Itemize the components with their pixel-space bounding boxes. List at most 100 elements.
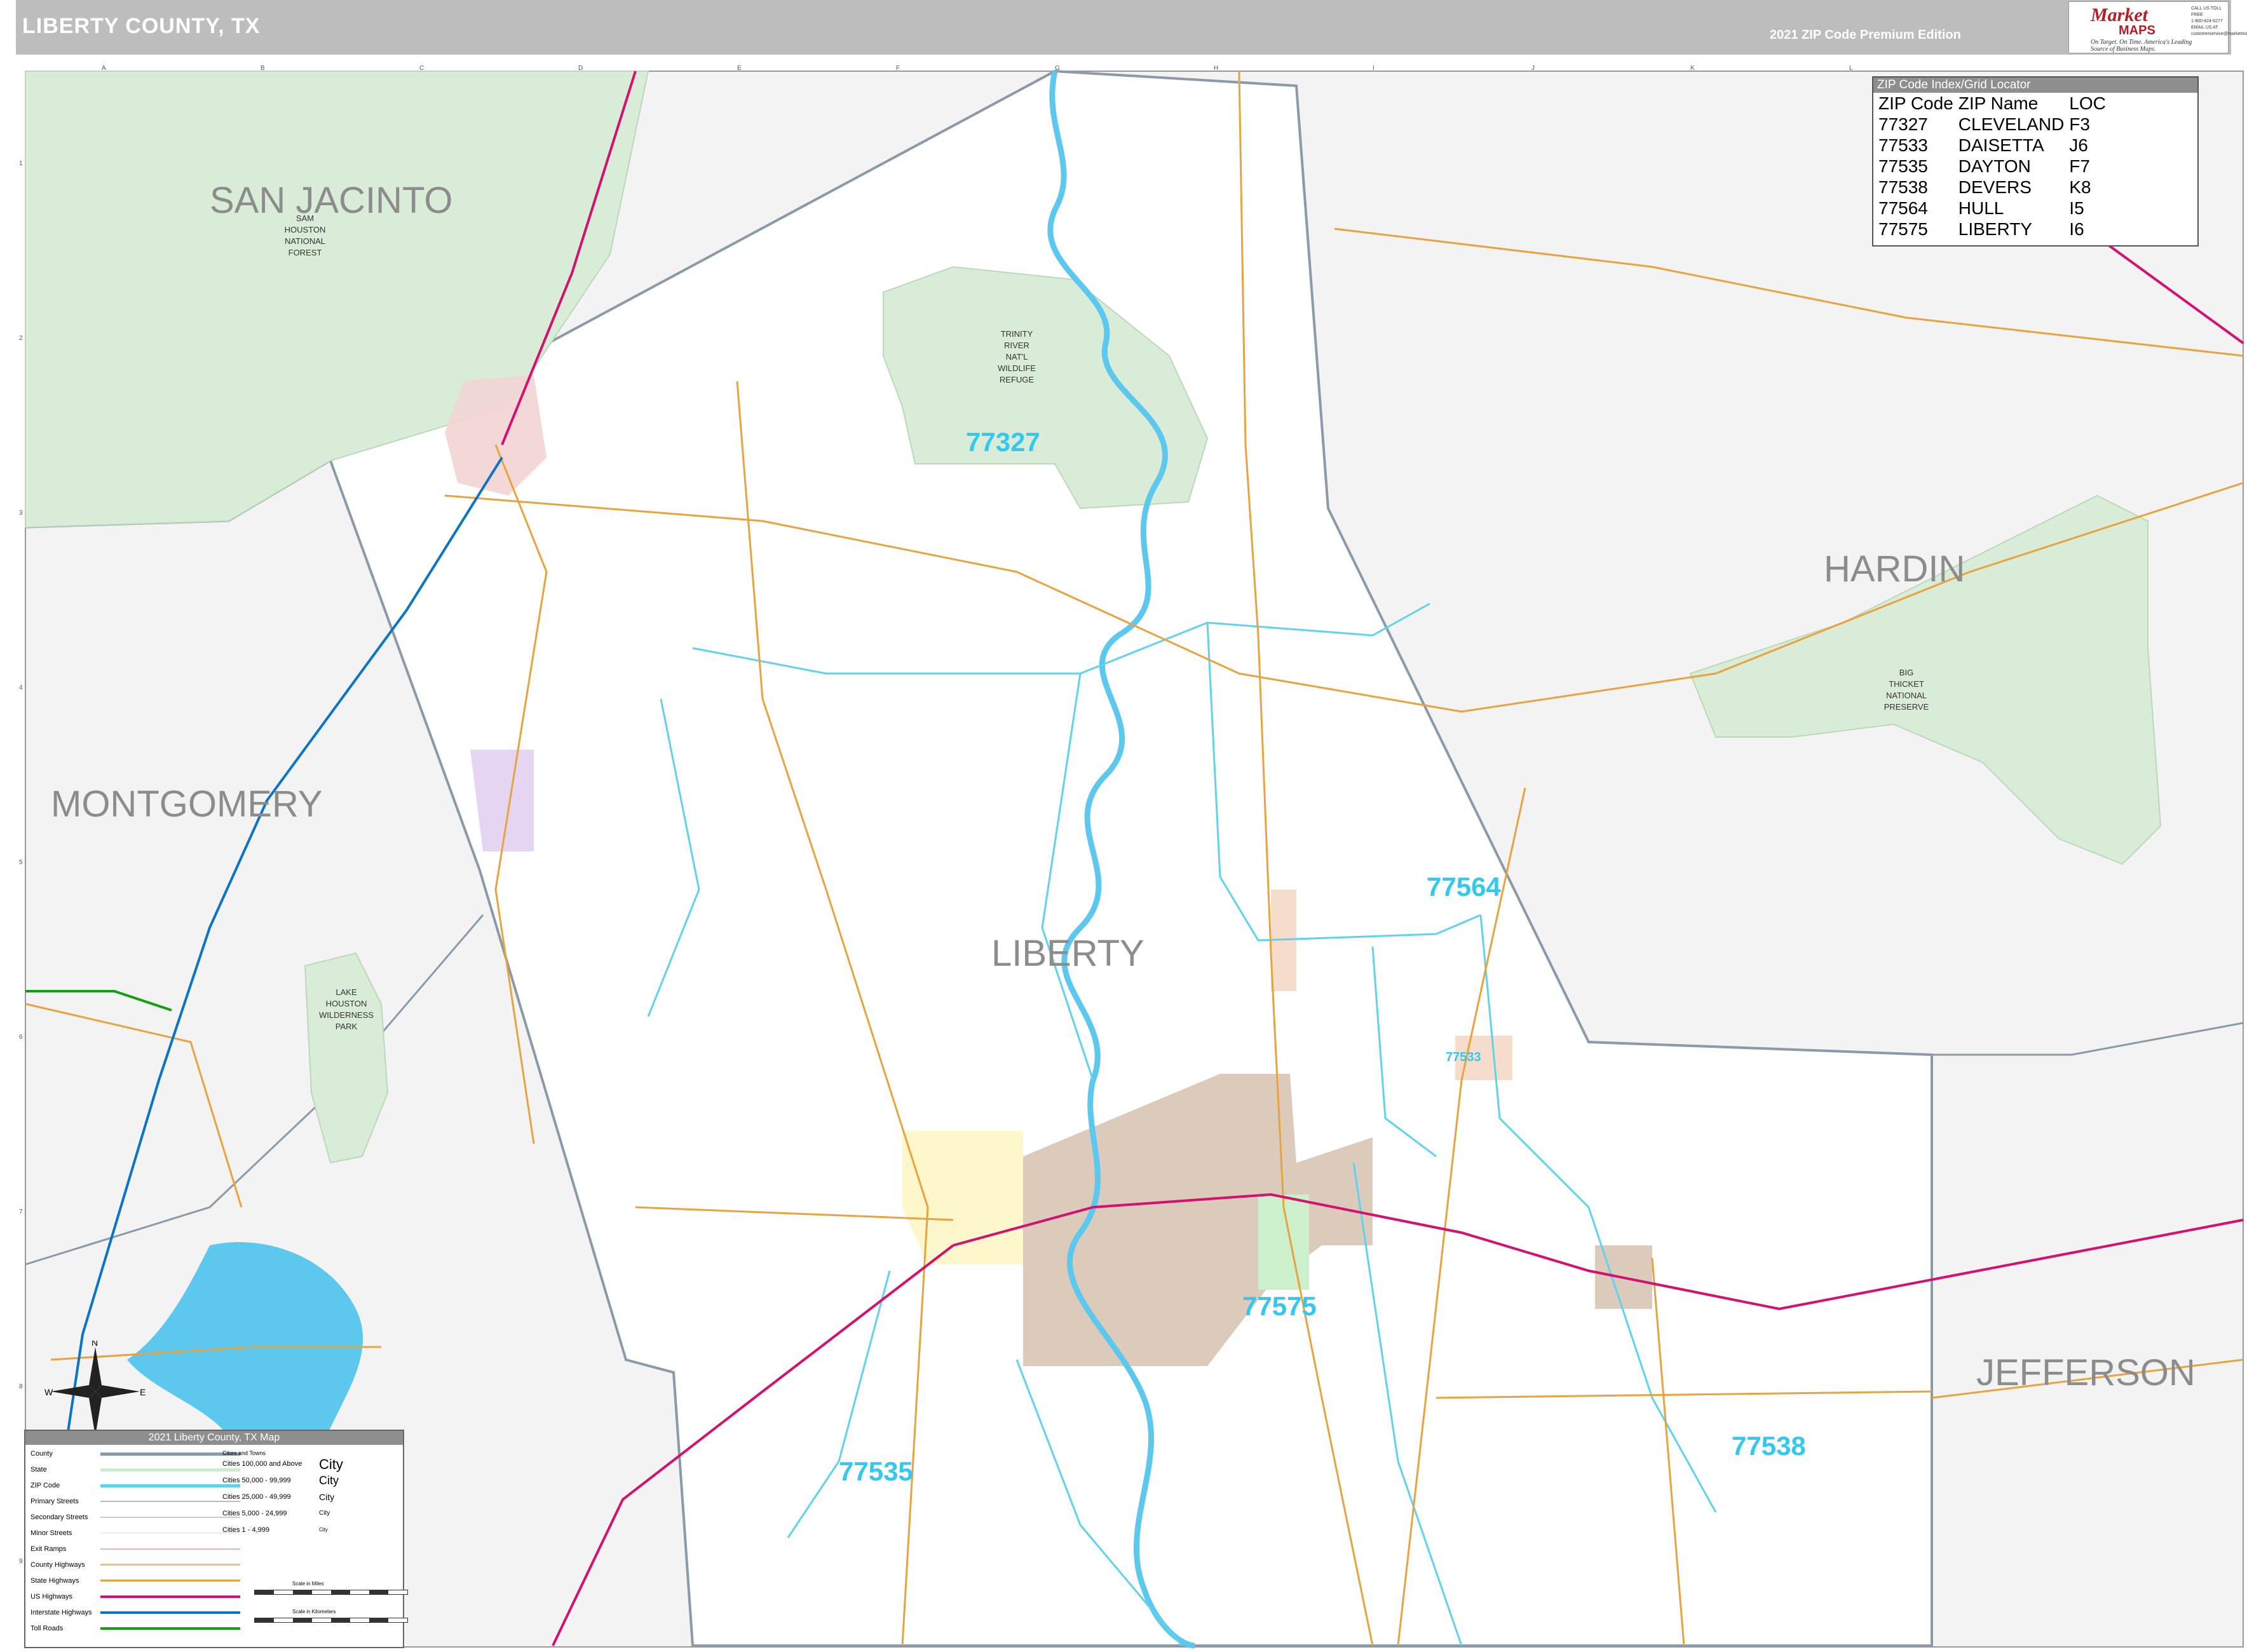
scale-bar-miles — [254, 1590, 408, 1595]
county-map[interactable]: A B C D E F G H I J K L 1 2 3 4 5 6 7 8 … — [0, 0, 2247, 1652]
loc-cell: J6 — [2069, 135, 2088, 155]
legend-city-row: Cities 1 - 4,999 — [222, 1526, 269, 1534]
zip-77533-label: 77533 — [1446, 1050, 1481, 1064]
svg-text:FOREST: FOREST — [289, 248, 322, 257]
grid-col-l: L — [1849, 65, 1853, 72]
grid-row-6: 6 — [19, 1034, 23, 1041]
grid-col-h: H — [1214, 65, 1218, 72]
legend-item-primary: Primary Streets — [31, 1498, 79, 1505]
hardin-label: HARDIN — [1824, 548, 1965, 590]
legend-title: 2021 Liberty County, TX Map — [25, 1431, 403, 1445]
grid-col-j: J — [1531, 65, 1535, 72]
svg-text:HOUSTON: HOUSTON — [285, 225, 326, 234]
legend-city-example: City — [319, 1474, 339, 1487]
zip-cell: 77538 — [1878, 177, 1928, 197]
zip-77575-label: 77575 — [1242, 1291, 1317, 1321]
legend-item-toll: Toll Roads — [31, 1625, 64, 1632]
legend-swatch-zip — [100, 1484, 240, 1487]
grid-col-i: I — [1373, 65, 1375, 72]
svg-text:TRINITY: TRINITY — [1001, 329, 1033, 339]
grid-col-f: F — [896, 65, 900, 72]
svg-text:PRESERVE: PRESERVE — [1884, 702, 1929, 712]
legend-swatch-county-hwy — [100, 1564, 240, 1566]
legend-item-county-hwy: County Highways — [31, 1561, 85, 1569]
legend-swatch-state-hwy — [100, 1580, 240, 1581]
svg-text:LAKE: LAKE — [336, 987, 357, 997]
zip-77538-label: 77538 — [1732, 1431, 1806, 1461]
zip-cell: 77327 — [1878, 114, 1928, 134]
table-row: 77535 DAYTON F7 — [1876, 156, 2108, 177]
svg-text:NATIONAL: NATIONAL — [1886, 691, 1927, 700]
jefferson-label: JEFFERSON — [1976, 1352, 2196, 1393]
loc-cell: I5 — [2069, 198, 2084, 218]
legend-swatch-interstate — [100, 1611, 240, 1614]
zip-code-index: ZIP Code Index/Grid Locator ZIP Code ZIP… — [1872, 76, 2199, 247]
scale-bar-km — [254, 1618, 408, 1623]
grid-col-c: C — [419, 65, 424, 72]
montgomery-label: MONTGOMERY — [51, 783, 323, 825]
map-legend: 2021 Liberty County, TX Map County State… — [24, 1430, 408, 1648]
dayton-area — [902, 1131, 1023, 1264]
zip-index-col-header: ZIP Name — [1958, 93, 2039, 113]
grid-col-a: A — [102, 65, 106, 72]
loc-cell: I6 — [2069, 219, 2084, 239]
svg-text:NATIONAL: NATIONAL — [285, 236, 325, 246]
grid-row-7: 7 — [19, 1209, 23, 1215]
svg-text:NAT'L: NAT'L — [1006, 352, 1028, 362]
grid-row-8: 8 — [19, 1383, 23, 1390]
table-row: 77538 DEVERS K8 — [1876, 177, 2108, 198]
legend-city-row: Cities 100,000 and Above — [222, 1460, 302, 1468]
svg-text:W: W — [44, 1387, 53, 1397]
grid-col-e: E — [737, 65, 742, 72]
grid-row-1: 1 — [19, 160, 23, 167]
zip-name-cell: HULL — [1958, 198, 2004, 218]
legend-scale-km: Scale in Kilometers — [292, 1609, 336, 1615]
zip-index-col-header: ZIP Code — [1878, 93, 1953, 113]
legend-cities-title: Cities and Towns — [222, 1450, 266, 1456]
legend-item-interstate: Interstate Highways — [31, 1609, 92, 1616]
grid-col-b: B — [261, 65, 265, 72]
legend-item-state: State — [31, 1466, 47, 1473]
grid-row-4: 4 — [19, 684, 23, 691]
grid-row-3: 3 — [19, 510, 23, 517]
svg-text:BIG: BIG — [1899, 668, 1913, 677]
legend-swatch-us-hwy — [100, 1595, 240, 1598]
legend-swatch-primary — [100, 1501, 240, 1502]
san-jacinto-label: SAN JACINTO — [210, 180, 452, 221]
zip-index-title: ZIP Code Index/Grid Locator — [1873, 78, 2197, 93]
legend-item-us-hwy: US Highways — [31, 1593, 73, 1601]
svg-text:SAM: SAM — [296, 213, 314, 223]
legend-city-example: City — [319, 1510, 330, 1517]
svg-text:N: N — [92, 1341, 98, 1348]
svg-text:HOUSTON: HOUSTON — [326, 999, 367, 1008]
table-row: 77533 DAISETTA J6 — [1876, 135, 2108, 156]
legend-scale-miles: Scale in Miles — [292, 1581, 324, 1587]
legend-swatch-ramps — [100, 1548, 240, 1550]
table-row: 77575 LIBERTY I6 — [1876, 219, 2108, 240]
zip-name-cell: DAISETTA — [1958, 135, 2044, 155]
legend-swatch-secondary — [100, 1517, 240, 1518]
zip-77327-label: 77327 — [966, 427, 1040, 457]
legend-swatch-county — [100, 1452, 240, 1456]
zip-name-cell: LIBERTY — [1958, 219, 2032, 239]
legend-city-example: City — [319, 1456, 343, 1472]
legend-item-ramps: Exit Ramps — [31, 1545, 67, 1553]
grid-col-g: G — [1055, 65, 1060, 72]
legend-city-example: City — [319, 1527, 328, 1533]
grid-col-d: D — [578, 65, 583, 72]
legend-item-minor: Minor Streets — [31, 1529, 72, 1537]
grid-col-k: K — [1690, 65, 1695, 72]
zip-name-cell: CLEVELAND — [1958, 114, 2065, 134]
legend-city-row: Cities 25,000 - 49,999 — [222, 1493, 291, 1501]
legend-swatch-state — [100, 1468, 240, 1472]
legend-city-example: City — [319, 1492, 335, 1502]
zip-index-table: ZIP Code ZIP Name LOC 77327 CLEVELAND F3… — [1876, 93, 2108, 240]
zip-cell: 77575 — [1878, 219, 1928, 239]
compass-rose-icon: N S W E — [44, 1341, 146, 1442]
legend-city-row: Cities 5,000 - 24,999 — [222, 1510, 287, 1517]
svg-text:REFUGE: REFUGE — [1000, 375, 1035, 384]
zip-77535-label: 77535 — [839, 1456, 913, 1486]
legend-city-row: Cities 50,000 - 99,999 — [222, 1477, 291, 1484]
grid-row-2: 2 — [19, 335, 23, 342]
legend-item-state-hwy: State Highways — [31, 1577, 79, 1585]
